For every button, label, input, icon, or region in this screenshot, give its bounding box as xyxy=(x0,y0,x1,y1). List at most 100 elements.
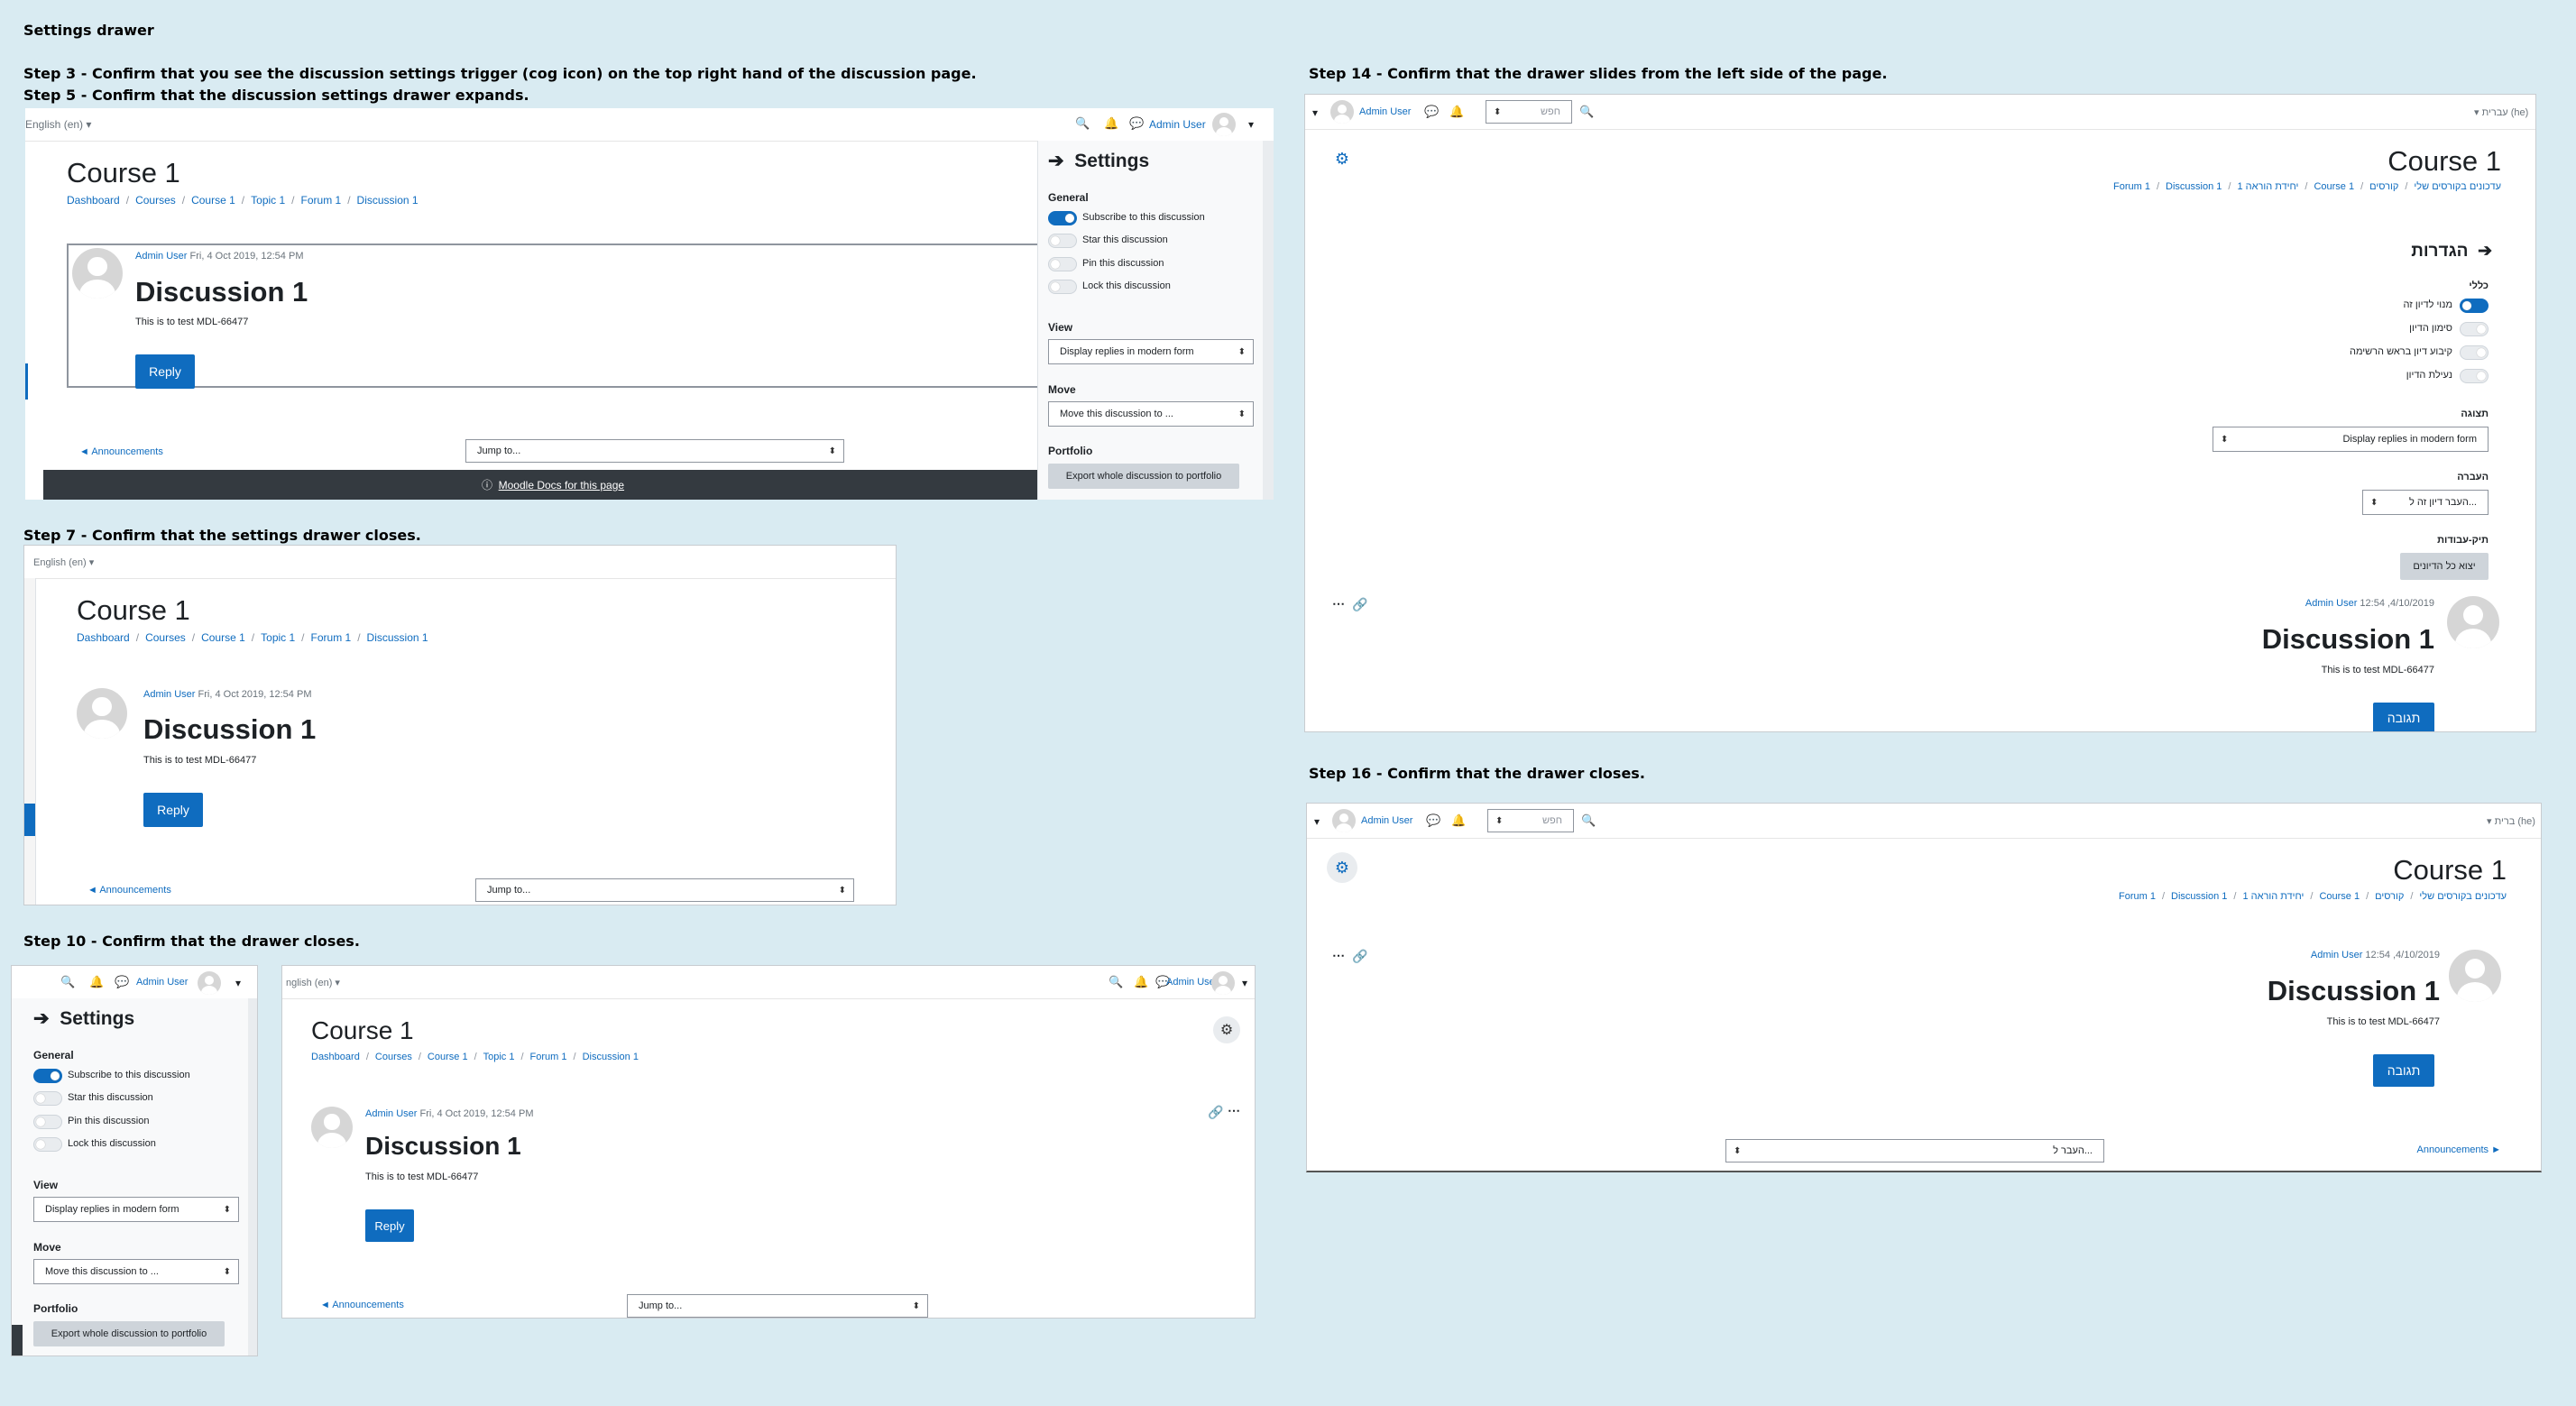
reply-button[interactable]: Reply xyxy=(135,354,195,389)
bell-icon[interactable]: 🔔 xyxy=(1451,813,1466,828)
docs-link[interactable]: Moodle Docs for this page xyxy=(499,479,624,492)
arrow-icon[interactable]: ➔ xyxy=(1048,151,1064,171)
bell-icon[interactable]: 🔔 xyxy=(1104,116,1118,131)
move-select[interactable]: Move this discussion to ... xyxy=(1048,401,1254,427)
breadcrumb-item[interactable]: Discussion 1 xyxy=(357,194,419,207)
breadcrumb-item[interactable]: עדכונים בקורסים שלי xyxy=(2414,181,2501,192)
chevron-down-icon[interactable]: ▾ xyxy=(1314,815,1320,828)
search-icon[interactable]: 🔍 xyxy=(1075,116,1090,131)
lock-toggle[interactable] xyxy=(2460,369,2489,383)
avatar[interactable] xyxy=(1211,971,1235,995)
view-select[interactable]: Display replies in modern form xyxy=(2213,427,2489,452)
chat-icon[interactable]: 💬 xyxy=(1129,116,1144,131)
breadcrumb-item[interactable]: Discussion 1 xyxy=(583,1052,639,1062)
breadcrumb-item[interactable]: Discussion 1 xyxy=(2166,181,2222,192)
breadcrumb-item[interactable]: Topic 1 xyxy=(483,1052,515,1062)
chat-icon[interactable]: 💬 xyxy=(115,975,129,989)
search-icon[interactable]: 🔍 xyxy=(1109,975,1123,989)
breadcrumb-item[interactable]: Forum 1 xyxy=(2119,891,2156,902)
export-portfolio-button[interactable]: Export whole discussion to portfolio xyxy=(1048,464,1239,489)
drawer-scrollbar[interactable] xyxy=(1263,141,1274,500)
reply-button[interactable]: Reply xyxy=(143,793,203,827)
avatar[interactable] xyxy=(1330,100,1354,124)
breadcrumb-item[interactable]: Courses xyxy=(135,194,176,207)
link-icon[interactable]: 🔗 xyxy=(1352,949,1367,964)
announcements-link[interactable]: ◄ Announcements xyxy=(87,885,171,896)
breadcrumb-item[interactable]: Forum 1 xyxy=(530,1052,567,1062)
lock-toggle[interactable] xyxy=(1048,280,1077,294)
cog-icon[interactable]: ⚙ xyxy=(1213,1016,1240,1043)
breadcrumb-item[interactable]: Dashboard xyxy=(67,194,120,207)
breadcrumb-item[interactable]: Course 1 xyxy=(2314,181,2354,192)
breadcrumb-item[interactable]: Forum 1 xyxy=(2113,181,2150,192)
breadcrumb-item[interactable]: Courses xyxy=(375,1052,412,1062)
star-toggle[interactable] xyxy=(1048,234,1077,248)
announcements-link[interactable]: ◄ Announcements xyxy=(79,446,163,457)
language-menu[interactable]: ▾ ברית (he) xyxy=(2487,815,2535,827)
link-icon[interactable]: 🔗 xyxy=(1352,597,1367,612)
reply-button[interactable]: תגובה xyxy=(2373,703,2434,731)
language-menu[interactable]: nglish (en) ▾ xyxy=(286,977,340,988)
jump-to-select[interactable]: ...העבר ל xyxy=(1725,1139,2104,1162)
jump-to-select[interactable]: Jump to... xyxy=(627,1294,928,1318)
avatar[interactable] xyxy=(1212,113,1236,136)
breadcrumb-item[interactable]: Courses xyxy=(145,631,186,644)
drawer-handle[interactable] xyxy=(24,804,35,836)
language-menu[interactable]: English (en) ▾ xyxy=(33,556,94,568)
breadcrumb-item[interactable]: עדכונים בקורסים שלי xyxy=(2419,891,2507,902)
search-icon[interactable]: 🔍 xyxy=(1581,813,1596,828)
bell-icon[interactable]: 🔔 xyxy=(1449,105,1464,119)
move-select[interactable]: Move this discussion to ... xyxy=(33,1259,239,1284)
announcements-link[interactable]: Announcements ► xyxy=(2417,1144,2501,1155)
more-icon[interactable]: ⋯ xyxy=(1228,1103,1240,1118)
subscribe-toggle[interactable] xyxy=(2460,299,2489,313)
move-select[interactable]: ...העבר דיון זה ל xyxy=(2362,490,2489,515)
user-menu[interactable]: Admin User xyxy=(136,977,188,988)
chevron-down-icon[interactable]: ▾ xyxy=(1248,118,1254,131)
breadcrumb-item[interactable]: קורסים xyxy=(2375,891,2404,902)
drawer-scrollbar[interactable] xyxy=(248,998,257,1355)
star-toggle[interactable] xyxy=(33,1091,62,1106)
breadcrumb-item[interactable]: קורסים xyxy=(2369,181,2398,192)
user-menu[interactable]: Admin User xyxy=(1149,118,1206,131)
breadcrumb-item[interactable]: יחידת הוראה 1 xyxy=(2242,891,2304,902)
search-icon[interactable]: 🔍 xyxy=(1579,105,1594,119)
user-menu[interactable]: Admin User xyxy=(1166,977,1218,988)
user-menu[interactable]: Admin User xyxy=(1359,106,1411,117)
subscribe-toggle[interactable] xyxy=(33,1069,62,1083)
chat-icon[interactable]: 💬 xyxy=(1424,105,1439,119)
view-select[interactable]: Display replies in modern form xyxy=(33,1197,239,1222)
pin-toggle[interactable] xyxy=(1048,257,1077,271)
view-select[interactable]: Display replies in modern form xyxy=(1048,339,1254,364)
breadcrumb-item[interactable]: Forum 1 xyxy=(311,631,352,644)
breadcrumb-item[interactable]: Discussion 1 xyxy=(2171,891,2227,902)
pin-toggle[interactable] xyxy=(2460,345,2489,360)
breadcrumb-item[interactable]: יחידת הוראה 1 xyxy=(2237,181,2298,192)
export-portfolio-button[interactable]: Export whole discussion to portfolio xyxy=(33,1321,225,1346)
subscribe-toggle[interactable] xyxy=(1048,211,1077,225)
bell-icon[interactable]: 🔔 xyxy=(1134,975,1148,989)
reply-button[interactable]: Reply xyxy=(365,1209,414,1242)
breadcrumb-item[interactable]: Dashboard xyxy=(311,1052,360,1062)
jump-to-select[interactable]: Jump to... xyxy=(465,439,844,463)
chevron-down-icon[interactable]: ▾ xyxy=(235,977,241,989)
language-menu[interactable]: English (en) ▾ xyxy=(25,118,91,131)
chat-icon[interactable]: 💬 xyxy=(1426,813,1440,828)
arrow-icon[interactable]: ➔ xyxy=(2478,242,2492,261)
language-menu[interactable]: ▾ עברית (he) xyxy=(2474,106,2528,118)
bell-icon[interactable]: 🔔 xyxy=(89,975,104,989)
lock-toggle[interactable] xyxy=(33,1137,62,1152)
breadcrumb-item[interactable]: Course 1 xyxy=(428,1052,468,1062)
export-portfolio-button[interactable]: יצוא כל הדיונים xyxy=(2400,553,2489,580)
breadcrumb-item[interactable]: Topic 1 xyxy=(261,631,295,644)
breadcrumb-item[interactable]: Forum 1 xyxy=(301,194,342,207)
search-input[interactable]: חפש xyxy=(1486,100,1572,124)
breadcrumb-item[interactable]: Course 1 xyxy=(191,194,235,207)
breadcrumb-item[interactable]: Dashboard xyxy=(77,631,130,644)
search-icon[interactable]: 🔍 xyxy=(60,975,75,989)
cog-icon[interactable]: ⚙ xyxy=(1332,149,1352,169)
more-icon[interactable]: ⋯ xyxy=(1332,596,1345,611)
breadcrumb-item[interactable]: Topic 1 xyxy=(251,194,285,207)
star-toggle[interactable] xyxy=(2460,322,2489,336)
user-menu[interactable]: Admin User xyxy=(1361,815,1412,826)
